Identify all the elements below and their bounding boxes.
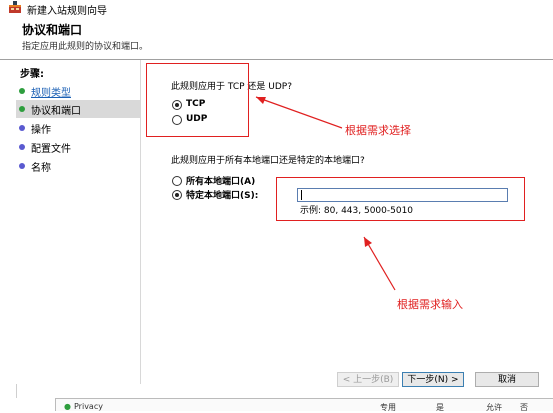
annotation-arrows [255, 96, 396, 291]
arrow-head-icon [256, 97, 266, 104]
next-button[interactable]: 下一步(N) > [402, 372, 464, 387]
row-col4: 否 [520, 403, 528, 412]
back-button[interactable]: < 上一步(B) [337, 372, 399, 387]
row-col3: 允许 [486, 403, 502, 412]
row-col2: 是 [436, 403, 444, 412]
background-table-row: ● Privacy 专用 是 允许 否 [55, 398, 553, 412]
background-window-strip: ● Privacy 专用 是 允许 否 [0, 398, 553, 412]
row-col1: 专用 [380, 403, 396, 412]
wizard-window: 新建入站规则向导 协议和端口 指定应用此规则的协议和端口。 步骤: 规则类型 协… [0, 0, 553, 398]
arrow-head-icon [364, 237, 372, 247]
annotation-input-hint: 根据需求输入 [397, 298, 463, 311]
cancel-button[interactable]: 取消 [475, 372, 539, 387]
annotation-select-hint: 根据需求选择 [345, 124, 411, 137]
